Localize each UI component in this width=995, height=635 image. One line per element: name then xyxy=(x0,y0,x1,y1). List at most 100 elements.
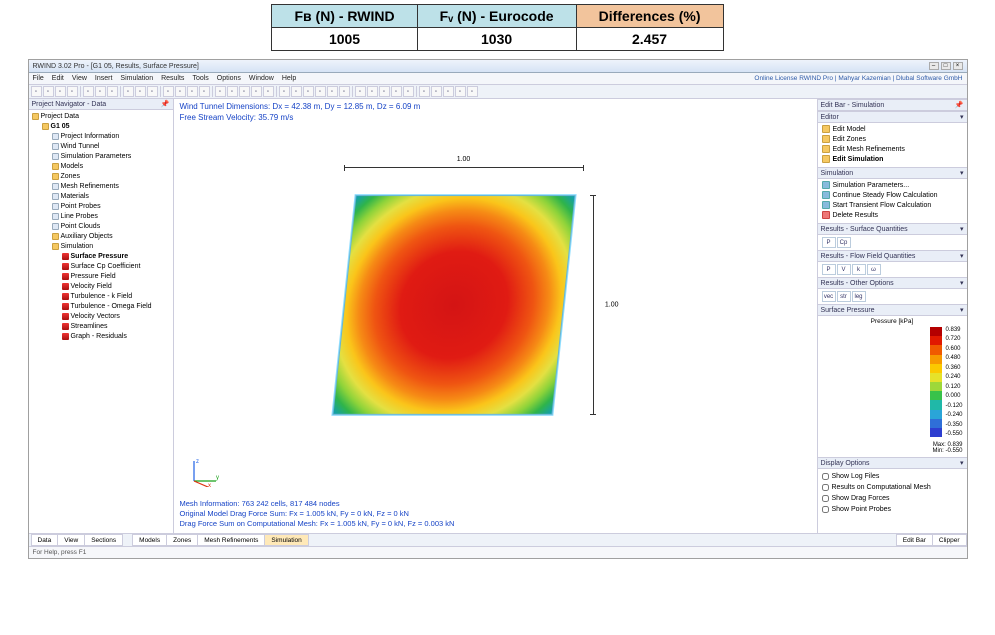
nav-item[interactable]: Graph - Residuals xyxy=(71,333,127,340)
play-icon[interactable]: ▫ xyxy=(355,86,366,97)
side-icon[interactable]: ▫ xyxy=(239,86,250,97)
flow-k-button[interactable]: k xyxy=(852,264,866,275)
flow-P-button[interactable]: P xyxy=(822,264,836,275)
nav-item[interactable]: Zones xyxy=(61,173,80,180)
nav-item[interactable]: Simulation Parameters xyxy=(61,153,132,160)
results-on-mesh-checkbox[interactable]: Results on Computational Mesh xyxy=(822,482,963,493)
new-icon[interactable]: ▫ xyxy=(31,86,42,97)
tab-sections[interactable]: Sections xyxy=(84,534,123,546)
cut-icon[interactable]: ▫ xyxy=(107,86,118,97)
nav-item[interactable]: Wind Tunnel xyxy=(61,143,100,150)
show-probes-checkbox[interactable]: Show Point Probes xyxy=(822,504,963,515)
print-icon[interactable]: ▫ xyxy=(67,86,78,97)
zoom-win-icon[interactable]: ▫ xyxy=(175,86,186,97)
surface-Cp-button[interactable]: Cp xyxy=(837,237,851,248)
collapse-icon[interactable]: ▾ xyxy=(960,225,964,233)
front-icon[interactable]: ▫ xyxy=(227,86,238,97)
nav-model-root[interactable]: G1 05 xyxy=(51,123,70,130)
light-icon[interactable]: ▫ xyxy=(419,86,430,97)
navigator-pin-icon[interactable]: 📌 xyxy=(161,100,170,108)
nav-item[interactable]: Materials xyxy=(61,193,89,200)
collapse-icon[interactable]: ▾ xyxy=(960,279,964,287)
menu-options[interactable]: Options xyxy=(217,75,241,82)
rotate-icon[interactable]: ▫ xyxy=(199,86,210,97)
collapse-icon[interactable]: ▾ xyxy=(960,306,964,314)
nav-item[interactable]: Project Information xyxy=(61,133,120,140)
other-leg-button[interactable]: leg xyxy=(852,291,866,302)
find-icon[interactable]: ▫ xyxy=(147,86,158,97)
mesh-icon[interactable]: ▫ xyxy=(263,86,274,97)
collapse-icon[interactable]: ▾ xyxy=(960,169,964,177)
nav-item[interactable]: Velocity Field xyxy=(71,283,112,290)
other-vec-button[interactable]: vec xyxy=(822,291,836,302)
minimize-button[interactable]: – xyxy=(929,62,939,70)
nav-item[interactable]: Surface Cp Coefficient xyxy=(71,263,141,270)
menu-results[interactable]: Results xyxy=(161,75,184,82)
probe-icon[interactable]: ▫ xyxy=(315,86,326,97)
edit-model-button[interactable]: Edit Model xyxy=(833,126,866,133)
paste-icon[interactable]: ▫ xyxy=(135,86,146,97)
menu-window[interactable]: Window xyxy=(249,75,274,82)
nav-item[interactable]: Auxiliary Objects xyxy=(61,233,113,240)
wire-icon[interactable]: ▫ xyxy=(279,86,290,97)
nav-item[interactable]: Velocity Vectors xyxy=(71,313,120,320)
nav-item[interactable]: Point Clouds xyxy=(61,223,101,230)
tab-data[interactable]: Data xyxy=(31,534,59,546)
viewport[interactable]: Wind Tunnel Dimensions: Dx = 42.38 m, Dy… xyxy=(174,99,817,533)
start-transient-button[interactable]: Start Transient Flow Calculation xyxy=(833,202,932,209)
menu-tools[interactable]: Tools xyxy=(192,75,208,82)
edit-zones-button[interactable]: Edit Zones xyxy=(833,136,866,143)
save-icon[interactable]: ▫ xyxy=(55,86,66,97)
flow-V-button[interactable]: V xyxy=(837,264,851,275)
undo-icon[interactable]: ▫ xyxy=(83,86,94,97)
delete-results-button[interactable]: Delete Results xyxy=(833,212,879,219)
menu-insert[interactable]: Insert xyxy=(95,75,113,82)
top-icon[interactable]: ▫ xyxy=(251,86,262,97)
nav-item[interactable]: Line Probes xyxy=(61,213,98,220)
info-icon[interactable]: ▫ xyxy=(467,86,478,97)
flow-ω-button[interactable]: ω xyxy=(867,264,881,275)
nav-item[interactable]: Pressure Field xyxy=(71,273,116,280)
nav-item[interactable]: Streamlines xyxy=(71,323,108,330)
close-button[interactable]: × xyxy=(953,62,963,70)
tag-icon[interactable]: ▫ xyxy=(455,86,466,97)
collapse-icon[interactable]: ▾ xyxy=(960,113,964,121)
other-str-button[interactable]: str xyxy=(837,291,851,302)
zoom-all-icon[interactable]: ▫ xyxy=(163,86,174,97)
nav-item[interactable]: Turbulence - k Field xyxy=(71,293,133,300)
iso-icon[interactable]: ▫ xyxy=(215,86,226,97)
nav-item[interactable]: Simulation xyxy=(61,243,94,250)
pan-icon[interactable]: ▫ xyxy=(187,86,198,97)
grid-icon[interactable]: ▫ xyxy=(391,86,402,97)
show-drag-checkbox[interactable]: Show Drag Forces xyxy=(822,493,963,504)
cam-icon[interactable]: ▫ xyxy=(327,86,338,97)
nav-item[interactable]: Models xyxy=(61,163,84,170)
collapse-icon[interactable]: ▾ xyxy=(960,252,964,260)
surface-P-button[interactable]: P xyxy=(822,237,836,248)
nav-item[interactable]: Point Probes xyxy=(61,203,101,210)
rec-icon[interactable]: ▫ xyxy=(379,86,390,97)
shade-icon[interactable]: ▫ xyxy=(291,86,302,97)
maximize-button[interactable]: □ xyxy=(941,62,951,70)
tab-view[interactable]: View xyxy=(57,534,85,546)
nav-item[interactable]: Turbulence - Omega Field xyxy=(71,303,152,310)
menu-view[interactable]: View xyxy=(72,75,87,82)
copy-icon[interactable]: ▫ xyxy=(123,86,134,97)
nav-item[interactable]: Surface Pressure xyxy=(71,253,129,260)
edit-simulation-button[interactable]: Edit Simulation xyxy=(833,156,884,163)
menu-help[interactable]: Help xyxy=(282,75,296,82)
menu-edit[interactable]: Edit xyxy=(52,75,64,82)
edit-mesh-button[interactable]: Edit Mesh Refinements xyxy=(833,146,905,153)
redo-icon[interactable]: ▫ xyxy=(95,86,106,97)
tab-models[interactable]: Models xyxy=(132,534,167,546)
show-log-checkbox[interactable]: Show Log Files xyxy=(822,471,963,482)
tab-mesh-refinements[interactable]: Mesh Refinements xyxy=(197,534,265,546)
menu-file[interactable]: File xyxy=(33,75,44,82)
cfg-icon[interactable]: ▫ xyxy=(339,86,350,97)
continue-steady-button[interactable]: Continue Steady Flow Calculation xyxy=(833,192,938,199)
legend-icon[interactable]: ▫ xyxy=(303,86,314,97)
tab-zones[interactable]: Zones xyxy=(166,534,198,546)
note-icon[interactable]: ▫ xyxy=(443,86,454,97)
nav-item[interactable]: Mesh Refinements xyxy=(61,183,119,190)
nav-project-data[interactable]: Project Data xyxy=(41,113,80,120)
